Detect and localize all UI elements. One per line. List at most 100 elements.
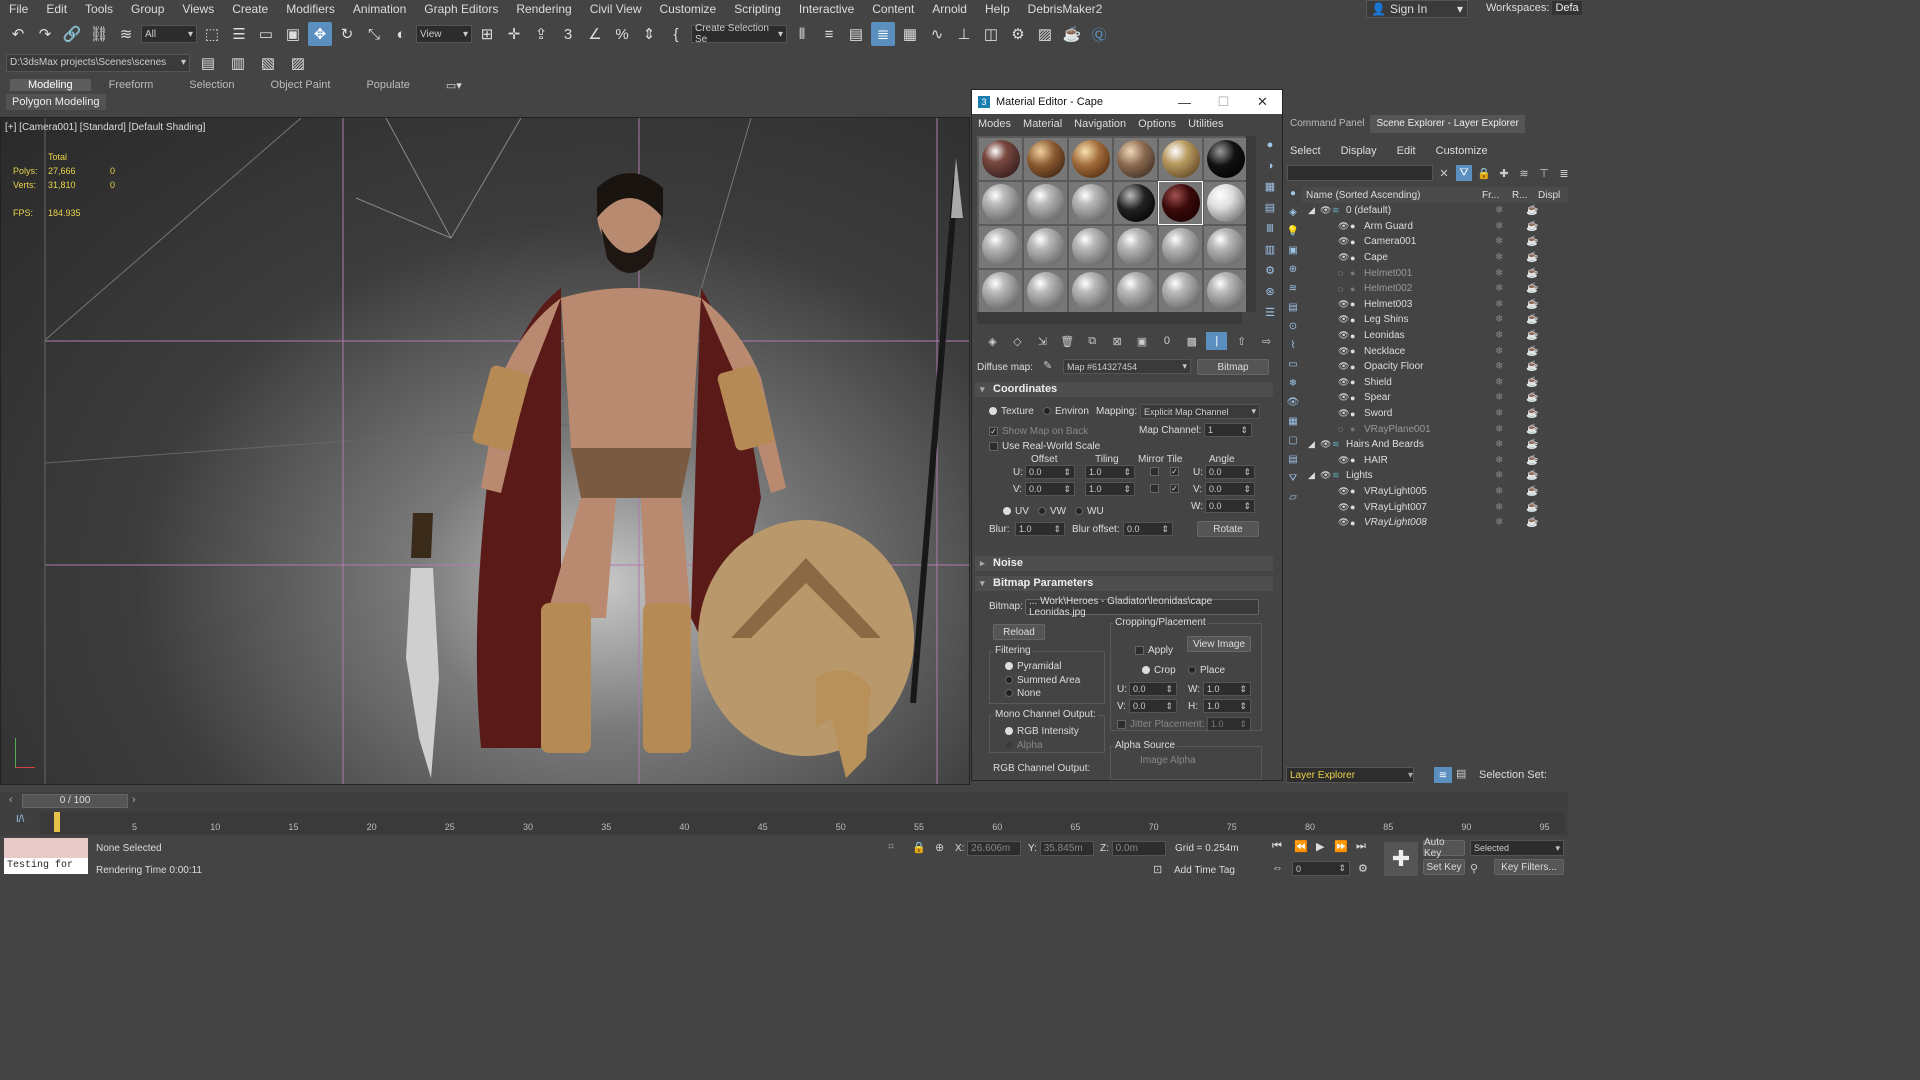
object-row[interactable]: 👁 ● VRayLight008 ❄ ☕ — [1302, 515, 1568, 531]
u-offset-spinner[interactable]: 0.0 ⇕ — [1025, 465, 1075, 479]
rect-selection-icon[interactable]: ▭ — [254, 22, 278, 46]
layer-stack-icon[interactable]: ≋ — [1516, 165, 1532, 181]
hierarchy-icon[interactable]: ⊤ — [1536, 165, 1552, 181]
background-icon[interactable]: ▦ — [1262, 178, 1278, 195]
eyedropper-icon[interactable]: ✎ — [1043, 359, 1052, 372]
material-slot[interactable] — [1069, 138, 1112, 180]
snap-3d-icon[interactable]: 3 — [556, 22, 580, 46]
ribbon-tab-modeling[interactable]: Modeling — [10, 79, 91, 91]
v-mirror-checkbox[interactable] — [1150, 482, 1163, 494]
v-tiling-spinner[interactable]: 1.0 ⇕ — [1085, 482, 1135, 496]
polygon-modeling-panel[interactable]: Polygon Modeling — [6, 94, 106, 110]
mirror-icon[interactable]: ⫴ — [790, 22, 814, 46]
apply-checkbox[interactable]: Apply — [1135, 645, 1173, 656]
visibility-icon[interactable]: 👁 — [1338, 236, 1349, 247]
renderable-icon[interactable]: ☕ — [1526, 424, 1538, 435]
freeze-icon[interactable]: ❄ — [1495, 392, 1503, 403]
mat-menu-utilities[interactable]: Utilities — [1184, 118, 1231, 130]
reset-map-icon[interactable]: 🗑 — [1057, 332, 1078, 350]
material-slot[interactable] — [1024, 182, 1067, 224]
visibility-icon[interactable]: 👁 — [1338, 221, 1349, 232]
material-map-navigator-icon[interactable]: ☰ — [1262, 304, 1278, 321]
menu-animation[interactable]: Animation — [344, 2, 415, 16]
renderable-icon[interactable]: ☕ — [1526, 346, 1538, 357]
scale-icon[interactable]: ⤡ — [362, 22, 386, 46]
visibility-icon[interactable]: 👁 — [1338, 314, 1349, 325]
jitter-checkbox[interactable]: Jitter Placement: — [1117, 719, 1204, 730]
menu-group[interactable]: Group — [122, 2, 173, 16]
visibility-icon[interactable]: 👁 — [1338, 330, 1349, 341]
freeze-icon[interactable]: ❄ — [1495, 486, 1503, 497]
layer-row[interactable]: ◢ 👁 ≋ Lights ❄ ☕ — [1302, 468, 1568, 484]
select-manipulate-icon[interactable]: ✛ — [502, 22, 526, 46]
display-shapes-icon[interactable]: ◈ — [1285, 204, 1301, 220]
material-slot[interactable] — [1024, 138, 1067, 180]
add-time-tag-button[interactable]: Add Time Tag — [1174, 865, 1235, 876]
freeze-icon[interactable]: ❄ — [1495, 221, 1503, 232]
display-xrefs-icon[interactable]: ⊙ — [1285, 318, 1301, 334]
renderable-icon[interactable]: ☕ — [1526, 299, 1538, 310]
renderable-icon[interactable]: ☕ — [1526, 361, 1538, 372]
link-icon[interactable]: 🔗 — [60, 22, 84, 46]
visibility-icon[interactable]: 👁 — [1320, 205, 1331, 216]
object-row[interactable]: 👁 ● Helmet003 ❄ ☕ — [1302, 297, 1568, 313]
auto-key-button[interactable]: Auto Key — [1423, 837, 1465, 859]
visibility-icon[interactable]: 👁 — [1338, 377, 1349, 388]
expand-icon[interactable]: ◢ — [1308, 205, 1315, 216]
time-tag-icon[interactable]: ⊡ — [1153, 863, 1162, 876]
rotate-icon[interactable]: ↻ — [335, 22, 359, 46]
undo-icon[interactable]: ↶ — [6, 22, 30, 46]
qr-plugin-icon[interactable]: Ⓠ — [1087, 22, 1111, 46]
material-slot[interactable] — [1114, 138, 1157, 180]
material-slot[interactable] — [1069, 270, 1112, 312]
menu-edit[interactable]: Edit — [37, 2, 76, 16]
camera-viewport[interactable]: [+] [Camera001] [Standard] [Default Shad… — [0, 117, 970, 785]
object-row[interactable]: 👁 ● Leonidas ❄ ☕ — [1302, 328, 1568, 344]
object-row[interactable]: 👁 ● VRayLight005 ❄ ☕ — [1302, 484, 1568, 500]
set-key-big-icon[interactable]: ✚ — [1384, 842, 1418, 876]
display-lights-icon[interactable]: 💡 — [1285, 223, 1301, 239]
put-to-scene-icon[interactable]: ◇ — [1007, 332, 1028, 350]
menu-views[interactable]: Views — [173, 2, 223, 16]
freeze-icon[interactable]: ❄ — [1495, 470, 1503, 481]
curve-editor-icon[interactable]: ∿ — [925, 22, 949, 46]
time-next-icon[interactable]: › — [132, 794, 136, 806]
freeze-icon[interactable]: ❄ — [1495, 346, 1503, 357]
make-unique-icon[interactable]: ⧉ — [1082, 332, 1103, 350]
project-folder-icon[interactable]: ▤ — [196, 51, 220, 75]
play-icon[interactable]: ▶ — [1316, 840, 1324, 853]
freeze-icon[interactable]: ❄ — [1495, 361, 1503, 372]
go-to-parent-icon[interactable]: ⇧ — [1231, 332, 1252, 350]
material-slot[interactable] — [1114, 226, 1157, 268]
map-name-field[interactable]: Map #614327454 ▾ — [1063, 359, 1191, 374]
material-slot[interactable] — [1069, 182, 1112, 224]
explorer-menu-edit[interactable]: Edit — [1397, 145, 1416, 157]
renderable-icon[interactable]: ☕ — [1526, 502, 1538, 513]
renderable-icon[interactable]: ☕ — [1526, 377, 1538, 388]
align-icon[interactable]: ≡ — [817, 22, 841, 46]
spinner-snap-icon[interactable]: ⇕ — [637, 22, 661, 46]
current-frame-field[interactable]: 0 ⇕ — [1292, 861, 1350, 876]
crop-v-spinner[interactable]: 0.0 ⇕ — [1129, 699, 1177, 713]
place-radio[interactable]: Place — [1188, 665, 1225, 676]
blur-offset-spinner[interactable]: 0.0 ⇕ — [1123, 522, 1173, 536]
display-geometry-icon[interactable]: ● — [1285, 185, 1301, 201]
freeze-icon[interactable]: ❄ — [1495, 408, 1503, 419]
freeze-icon[interactable]: ❄ — [1495, 455, 1503, 466]
clear-search-icon[interactable]: ✕ — [1436, 165, 1452, 181]
ribbon-tab-object-paint[interactable]: Object Paint — [253, 79, 349, 91]
u-tile-checkbox[interactable]: ✓ — [1170, 465, 1183, 477]
filter-none-radio[interactable]: None — [1005, 688, 1041, 699]
frozen-column-header[interactable]: Fr... — [1482, 190, 1512, 201]
make-preview-icon[interactable]: ▥ — [1262, 241, 1278, 258]
material-slot[interactable] — [979, 138, 1022, 180]
renderable-icon[interactable]: ☕ — [1526, 439, 1538, 450]
u-mirror-checkbox[interactable] — [1150, 465, 1163, 477]
material-slot[interactable] — [1159, 138, 1202, 180]
object-row[interactable]: 👁 ● Spear ❄ ☕ — [1302, 390, 1568, 406]
image-alpha-radio[interactable]: Image Alpha — [1140, 755, 1196, 766]
freeze-icon[interactable]: ❄ — [1495, 314, 1503, 325]
selection-lock-icon[interactable]: 🔒 — [912, 841, 926, 854]
renderable-icon[interactable]: ☕ — [1526, 283, 1538, 294]
visibility-icon[interactable]: 👁 — [1338, 517, 1349, 528]
